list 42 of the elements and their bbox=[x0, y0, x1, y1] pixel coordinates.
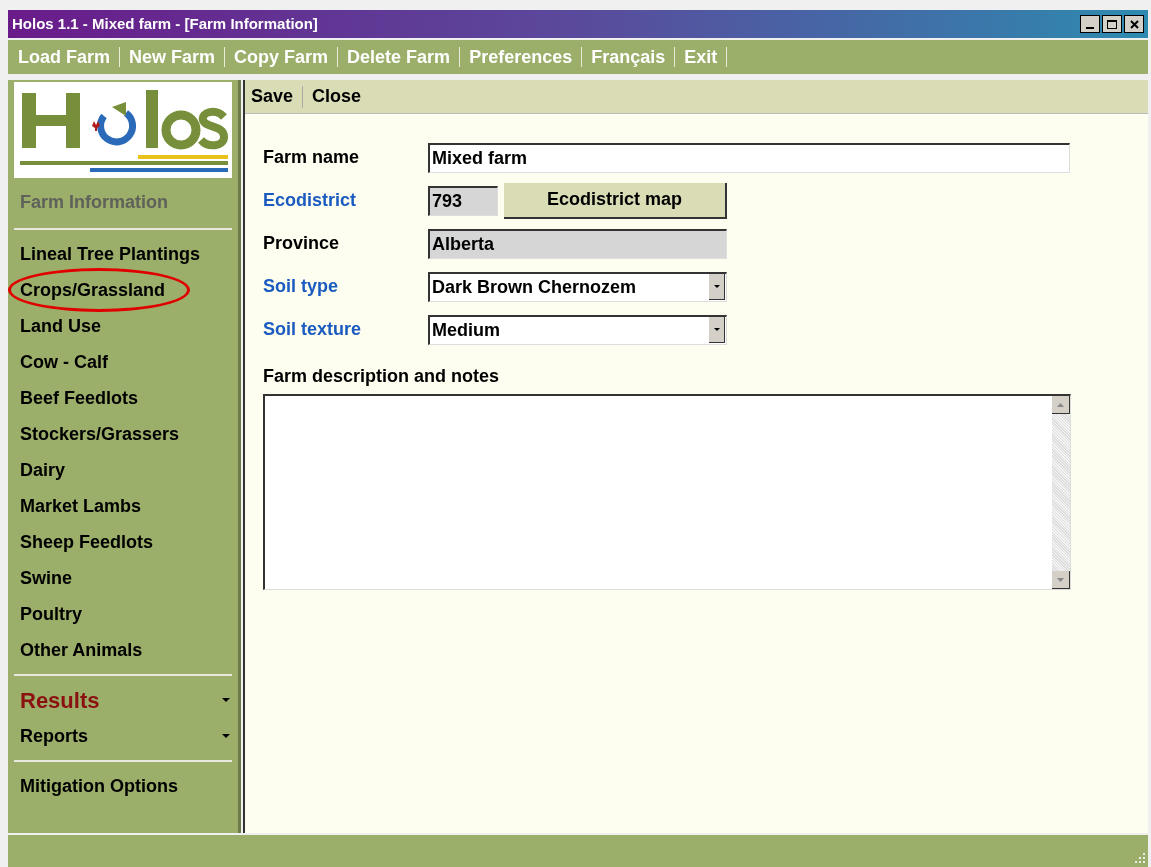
scrollbar[interactable] bbox=[1052, 396, 1070, 589]
close-button[interactable] bbox=[1124, 15, 1144, 33]
field-link-label[interactable]: Ecodistrict bbox=[263, 187, 428, 214]
map-button[interactable]: Ecodistrict map bbox=[504, 182, 727, 219]
field-link-label[interactable]: Soil type bbox=[263, 273, 428, 300]
sidebar-item[interactable]: Results bbox=[14, 682, 232, 718]
field-link-label[interactable]: Soil texture bbox=[263, 316, 428, 343]
sidebar-item[interactable]: Sheep Feedlots bbox=[14, 524, 232, 560]
scroll-down-icon[interactable] bbox=[1052, 571, 1070, 589]
sidebar-item[interactable]: Poultry bbox=[14, 596, 232, 632]
sidebar-item[interactable]: Stockers/Grassers bbox=[14, 416, 232, 452]
field-label: Province bbox=[263, 232, 341, 255]
notes-label: Farm description and notes bbox=[263, 365, 501, 388]
sidebar-item[interactable]: Other Animals bbox=[14, 632, 232, 668]
sidebar-item[interactable]: Dairy bbox=[14, 452, 232, 488]
caret-icon bbox=[222, 734, 230, 738]
readonly-field: Alberta bbox=[428, 228, 727, 259]
sidebar-item[interactable]: Beef Feedlots bbox=[14, 380, 232, 416]
maximize-button[interactable] bbox=[1102, 15, 1122, 33]
caret-icon bbox=[222, 698, 230, 702]
dropdown-field[interactable]: Dark Brown Chernozem bbox=[428, 271, 727, 302]
field-label: Farm name bbox=[263, 146, 361, 169]
text-field[interactable]: Mixed farm bbox=[428, 142, 1070, 173]
sidebar-item[interactable]: Reports bbox=[14, 718, 232, 754]
sidebar-item[interactable]: Cow - Calf bbox=[14, 344, 232, 380]
sidebar-item[interactable]: Lineal Tree Plantings bbox=[14, 236, 232, 272]
toolbar-button[interactable]: Close bbox=[312, 83, 362, 110]
dropdown-field[interactable]: Medium bbox=[428, 314, 727, 345]
minimize-icon bbox=[1086, 27, 1094, 29]
sidebar-item[interactable]: Swine bbox=[14, 560, 232, 596]
window-title: Holos 1.1 - Mixed farm - [Farm Information] bbox=[12, 13, 318, 34]
minimize-button[interactable] bbox=[1080, 15, 1100, 33]
maximize-icon bbox=[1107, 19, 1117, 29]
close-icon bbox=[1129, 19, 1139, 29]
scroll-up-icon[interactable] bbox=[1052, 396, 1070, 414]
sidebar-item[interactable]: Mitigation Options bbox=[14, 768, 232, 804]
resize-grip-icon bbox=[1134, 853, 1146, 865]
toolbar-button[interactable]: Save bbox=[251, 83, 294, 110]
sidebar-item[interactable]: Land Use bbox=[14, 308, 232, 344]
sidebar-item[interactable]: Market Lambs bbox=[14, 488, 232, 524]
readonly-field: 793 bbox=[428, 185, 498, 216]
sidebar-item[interactable]: Crops/Grassland bbox=[14, 272, 232, 308]
